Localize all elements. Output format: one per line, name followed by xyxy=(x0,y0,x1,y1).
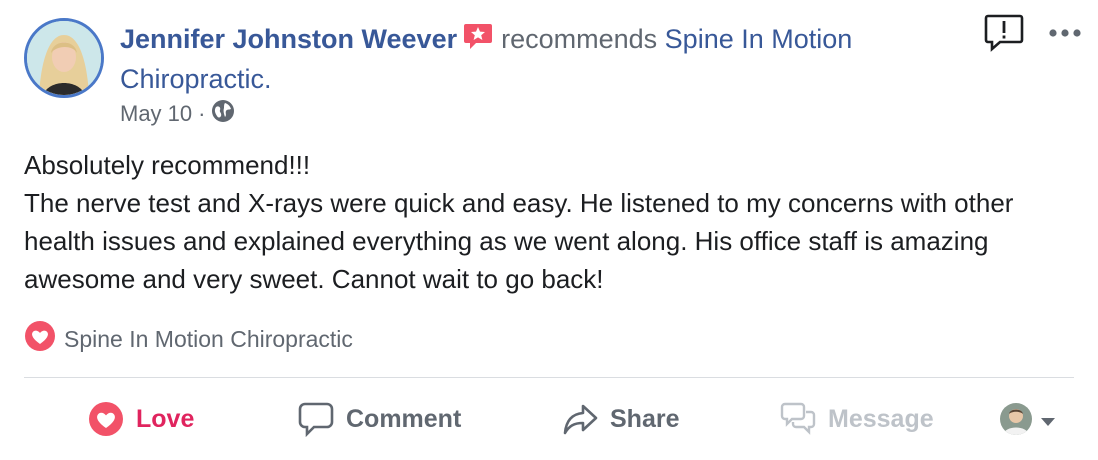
chevron-down-icon xyxy=(1040,405,1056,434)
comment-button[interactable]: Comment xyxy=(298,394,461,444)
recommendation-star-icon xyxy=(463,22,493,60)
heart-icon xyxy=(24,320,56,358)
post-text-line: Absolutely recommend!!! xyxy=(24,150,311,180)
share-arrow-icon xyxy=(562,401,598,437)
page-avatar xyxy=(1000,403,1032,435)
message-icon xyxy=(780,401,816,437)
author-avatar[interactable] xyxy=(24,18,104,98)
top-actions xyxy=(984,14,1082,52)
post-meta: May 10 · xyxy=(120,99,235,129)
more-options-icon[interactable] xyxy=(1048,28,1082,38)
post-text-line: The nerve test and X-rays were quick and… xyxy=(24,188,1014,294)
message-button[interactable]: Message xyxy=(780,394,934,444)
reaction-label: Spine In Motion Chiropractic xyxy=(64,325,353,352)
globe-icon[interactable] xyxy=(211,99,235,129)
post-as-selector[interactable] xyxy=(1000,394,1056,444)
comment-icon xyxy=(298,401,334,437)
love-button[interactable]: Love xyxy=(88,394,194,444)
post-body: Absolutely recommend!!! The nerve test a… xyxy=(24,146,1074,298)
share-button[interactable]: Share xyxy=(562,394,679,444)
recommends-verb: recommends xyxy=(501,24,658,54)
action-bar: Love Comment Share Message xyxy=(24,394,1074,444)
love-label: Love xyxy=(136,404,195,433)
post-date[interactable]: May 10 xyxy=(120,101,192,127)
meta-separator: · xyxy=(198,101,206,126)
divider xyxy=(24,377,1074,378)
reaction-summary[interactable]: Spine In Motion Chiropractic xyxy=(24,320,353,358)
recommendation-post: Jennifer Johnston Weever recommends Spine… xyxy=(0,0,1098,460)
share-label: Share xyxy=(610,404,680,433)
report-icon[interactable] xyxy=(984,14,1024,52)
love-heart-icon xyxy=(88,401,124,437)
post-header: Jennifer Johnston Weever recommends Spine… xyxy=(120,20,960,98)
message-label: Message xyxy=(828,404,934,433)
author-name[interactable]: Jennifer Johnston Weever xyxy=(120,24,457,54)
comment-label: Comment xyxy=(346,404,462,433)
